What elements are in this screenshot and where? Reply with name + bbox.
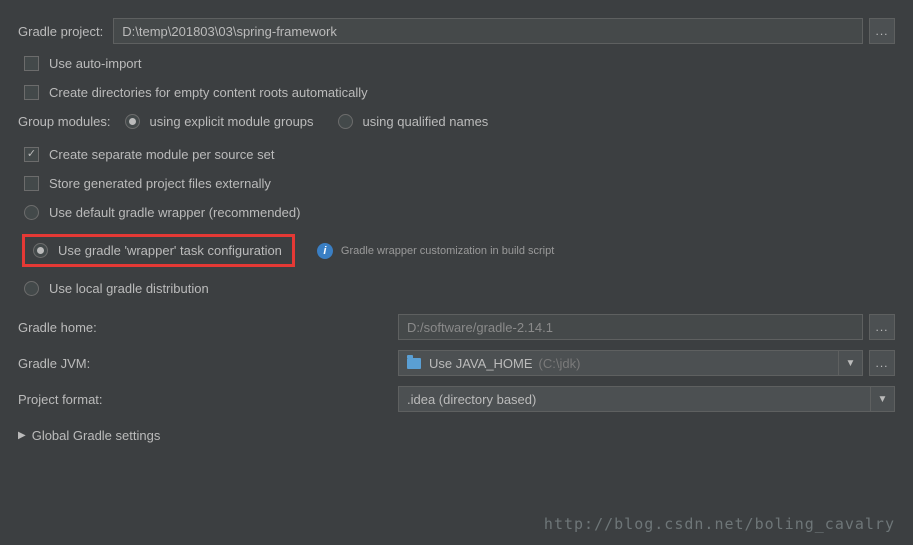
wrapper-task-radio[interactable] (33, 243, 48, 258)
auto-import-checkbox[interactable] (24, 56, 39, 71)
create-dirs-label: Create directories for empty content roo… (49, 85, 368, 100)
watermark-text: http://blog.csdn.net/boling_cavalry (544, 515, 895, 533)
folder-icon (407, 358, 421, 369)
chevron-right-icon: ▶ (18, 430, 26, 441)
separate-module-checkbox[interactable] (24, 147, 39, 162)
default-wrapper-radio[interactable] (24, 205, 39, 220)
project-format-label: Project format: (18, 392, 398, 407)
gradle-jvm-label: Gradle JVM: (18, 356, 398, 371)
gradle-project-label: Gradle project: (18, 24, 103, 39)
browse-project-button[interactable]: ... (869, 18, 895, 44)
gradle-jvm-value: Use JAVA_HOME (429, 356, 533, 371)
default-wrapper-label: Use default gradle wrapper (recommended) (49, 205, 300, 220)
gradle-project-input[interactable] (113, 18, 863, 44)
store-external-checkbox[interactable] (24, 176, 39, 191)
project-format-value: .idea (directory based) (407, 392, 536, 407)
project-format-select[interactable]: .idea (directory based) ▼ (398, 386, 895, 412)
gradle-home-input (398, 314, 863, 340)
group-modules-label: Group modules: (18, 114, 111, 129)
gradle-jvm-path: (C:\jdk) (539, 356, 581, 371)
store-external-label: Store generated project files externally (49, 176, 271, 191)
wrapper-info-text: Gradle wrapper customization in build sc… (341, 245, 554, 257)
group-qualified-radio[interactable] (338, 114, 353, 129)
auto-import-label: Use auto-import (49, 56, 141, 71)
create-dirs-checkbox[interactable] (24, 85, 39, 100)
global-settings-expander[interactable]: ▶ Global Gradle settings (18, 428, 895, 443)
local-dist-radio[interactable] (24, 281, 39, 296)
browse-gradle-home-button[interactable]: ... (869, 314, 895, 340)
separate-module-label: Create separate module per source set (49, 147, 274, 162)
global-settings-label: Global Gradle settings (32, 428, 161, 443)
gradle-jvm-select[interactable]: Use JAVA_HOME (C:\jdk) ▼ (398, 350, 863, 376)
gradle-home-label: Gradle home: (18, 320, 398, 335)
group-qualified-label: using qualified names (363, 114, 489, 129)
local-dist-label: Use local gradle distribution (49, 281, 209, 296)
chevron-down-icon: ▼ (838, 351, 862, 375)
info-icon: i (317, 243, 333, 259)
wrapper-task-highlight: Use gradle 'wrapper' task configuration (22, 234, 295, 267)
wrapper-task-label: Use gradle 'wrapper' task configuration (58, 243, 282, 258)
browse-jvm-button[interactable]: ... (869, 350, 895, 376)
group-explicit-radio[interactable] (125, 114, 140, 129)
chevron-down-icon: ▼ (870, 387, 894, 411)
group-explicit-label: using explicit module groups (150, 114, 314, 129)
